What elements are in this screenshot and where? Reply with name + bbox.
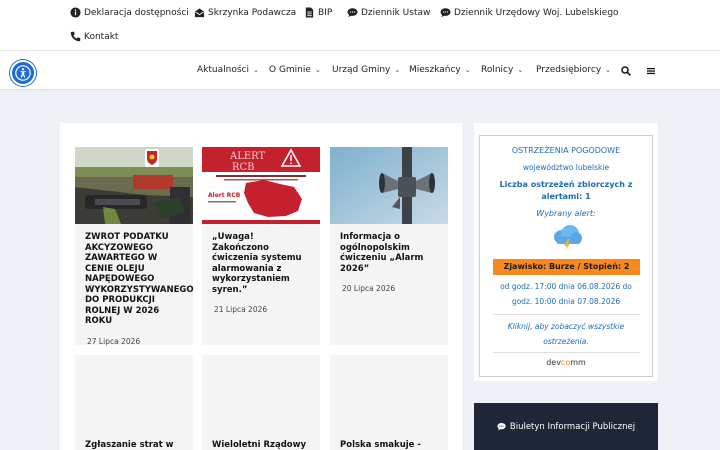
nav-item-mieszkancy[interactable]: Mieszkańcy ⌄ [409, 65, 471, 75]
link-deklaracja-dostepnosci[interactable]: Deklaracja dostępności [70, 7, 189, 18]
news-thumbnail [330, 355, 448, 432]
news-title[interactable]: Polska smakuje - [330, 432, 448, 450]
link-dziennik-urzedowy[interactable]: Dziennik Urzędowy Woj. Lubelskiego [440, 7, 619, 18]
file-icon [305, 7, 314, 18]
link-label: BIP [318, 7, 333, 18]
link-bip[interactable]: BIP [304, 7, 332, 18]
news-card[interactable]: ZWROT PODATKU AKCYZOWEGO ZAWARTEGO W CEN… [75, 147, 194, 346]
news-card[interactable]: Wieloletni Rządowy [202, 355, 320, 450]
nav-label: Rolnicy [481, 65, 514, 75]
chevron-down-icon: ⌄ [252, 66, 259, 74]
link-skrzynka-podawcza[interactable]: Skrzynka Podawcza [194, 7, 296, 18]
hamburger-menu-icon[interactable] [646, 66, 656, 76]
bip-label: Biuletyn Informacji Publicznej [509, 421, 636, 432]
alert-image-caption: Alert RCB [208, 192, 241, 199]
nav-item-rolnicy[interactable]: Rolnicy ⌄ [481, 65, 523, 75]
bip-button[interactable]: Biuletyn Informacji Publicznej [474, 403, 658, 450]
alert-image-line2: RCB [232, 162, 255, 173]
envelope-open-icon [194, 8, 205, 18]
link-dziennik-ustaw[interactable]: Dziennik Ustaw [347, 7, 430, 18]
weather-warning-widget[interactable]: OSTRZEŻENIA POGODOWE województwo lubelsk… [479, 135, 653, 377]
nav-label: O Gminie [269, 65, 311, 75]
news-date: 21 Lipca 2026 [214, 305, 268, 314]
alert-image-line1: ALERT [229, 151, 266, 162]
siren-photo [330, 147, 448, 224]
brand-part: co [560, 358, 571, 367]
news-date: 27 Lipca 2026 [87, 336, 141, 346]
news-thumbnail [202, 355, 320, 432]
divider [493, 352, 640, 353]
phone-icon [70, 31, 81, 42]
news-thumbnail [75, 355, 193, 432]
weather-time-to: godz. 10:00 dnia 07.08.2026 [511, 297, 621, 306]
weather-chosen-label: Wybrany alert: [536, 209, 596, 218]
link-label: Deklaracja dostępności [84, 7, 189, 18]
link-label: Kontakt [84, 31, 119, 42]
divider [493, 314, 640, 315]
news-card[interactable]: Informacja o ogólnopolskim ćwiczeniu „Al… [330, 147, 448, 345]
nav-label: Mieszkańcy [409, 65, 461, 75]
comments-icon [440, 8, 451, 18]
news-title[interactable]: Wieloletni Rządowy [202, 432, 320, 450]
news-date: 20 Lipca 2026 [342, 284, 396, 293]
info-circle-icon [70, 7, 81, 18]
news-title[interactable]: „Uwaga! Zakończono ćwiczenia systemu ala… [202, 224, 320, 295]
chevron-down-icon: ⌄ [464, 66, 471, 74]
devcomm-logo[interactable]: devcomm [480, 358, 652, 367]
sidebar-weather: OSTRZEŻENIA POGODOWE województwo lubelsk… [474, 123, 658, 381]
nav-item-aktualnosci[interactable]: Aktualności ⌄ [197, 65, 259, 75]
chevron-down-icon: ⌄ [394, 66, 401, 74]
chevron-down-icon: ⌄ [314, 66, 321, 74]
news-title[interactable]: Zgłaszanie strat w [75, 432, 193, 450]
storm-cloud-icon [554, 225, 582, 250]
news-card[interactable]: ALERT RCB Alert RCB „Uwaga! Zakończono ć… [202, 147, 320, 345]
brand-part: mm [570, 358, 586, 367]
nav-label: Przedsiębiorcy [536, 65, 602, 75]
link-label: Dziennik Ustaw [361, 7, 431, 18]
main-nav: Aktualności ⌄ O Gminie ⌄ Urząd Gminy ⌄ Mies… [0, 51, 720, 91]
brand-part: dev [546, 358, 561, 367]
comments-icon [497, 422, 506, 431]
weather-title: OSTRZEŻENIA POGODOWE [511, 146, 621, 155]
link-label: Dziennik Urzędowy Woj. Lubelskiego [454, 7, 619, 18]
alert-rcb-graphic: ALERT RCB Alert RCB [202, 147, 320, 224]
news-title[interactable]: ZWROT PODATKU AKCYZOWEGO ZAWARTEGO W CEN… [75, 224, 194, 327]
weather-time-from: od godz. 17:00 dnia 06.08.2026 do [500, 282, 632, 291]
news-card[interactable]: Polska smakuje - [330, 355, 448, 450]
weather-phenomenon-badge: Zjawisko: Burze / Stopień: 2 [493, 259, 640, 275]
weather-alert-count: Liczba ostrzeżeń zbiorczych z alertami: … [499, 180, 633, 201]
main-header: Aktualności ⌄ O Gminie ⌄ Urząd Gminy ⌄ Mies… [0, 50, 720, 90]
nav-item-o-gminie[interactable]: O Gminie ⌄ [269, 65, 321, 75]
nav-label: Urząd Gminy [332, 65, 391, 75]
top-bar: Deklaracja dostępności Skrzynka Podawcza… [0, 0, 720, 50]
link-label: Skrzynka Podawcza [208, 7, 297, 18]
news-title[interactable]: Informacja o ogólnopolskim ćwiczeniu „Al… [330, 224, 448, 274]
news-panel: ZWROT PODATKU AKCYZOWEGO ZAWARTEGO W CEN… [60, 123, 462, 450]
nav-item-urzad-gminy[interactable]: Urząd Gminy ⌄ [332, 65, 400, 75]
comments-icon [347, 8, 358, 18]
nav-item-przedsiebiorcy[interactable]: Przedsiębiorcy ⌄ [536, 65, 611, 75]
weather-see-all-link[interactable]: Kliknij, aby zobaczyć wszystkie ostrzeże… [486, 319, 646, 349]
news-card[interactable]: Zgłaszanie strat w [75, 355, 193, 450]
link-kontakt[interactable]: Kontakt [70, 31, 118, 42]
weather-region: województwo lubelskie [522, 163, 610, 172]
nav-label: Aktualności [197, 65, 249, 75]
chevron-down-icon: ⌄ [605, 66, 612, 74]
fuel-nozzle-photo [75, 147, 193, 224]
chevron-down-icon: ⌄ [517, 66, 524, 74]
search-icon[interactable] [621, 66, 631, 76]
